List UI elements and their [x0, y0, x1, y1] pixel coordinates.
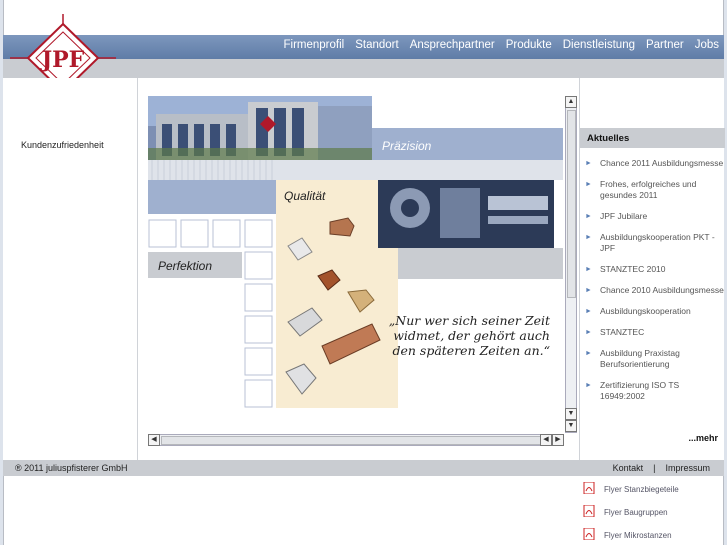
- hero-stage: Präzision Qualität Perfektion „Nur wer s…: [148, 96, 563, 409]
- vertical-scroll-thumb[interactable]: [567, 110, 576, 298]
- pdf-icon: [583, 505, 595, 517]
- arrow-right-icon: ►: [585, 160, 592, 167]
- scroll-down-button[interactable]: ▼: [565, 408, 577, 420]
- news-item[interactable]: ► STANZTEC 2010: [580, 264, 725, 275]
- left-sidebar: Kundenzufriedenheit: [3, 78, 138, 460]
- scroll-left-button-2[interactable]: ◀: [540, 434, 552, 446]
- news-item[interactable]: ► Zertifizierung ISO TS 16949:2002: [580, 380, 725, 402]
- arrow-right-icon: ►: [585, 329, 592, 336]
- perfektion-label: Perfektion: [158, 259, 212, 273]
- quote-text: „Nur wer sich seiner Zeit widmet, der ge…: [370, 313, 550, 358]
- news-item[interactable]: ► Ausbildung Praxistag Berufsorientierung: [580, 348, 725, 370]
- scroll-right-button[interactable]: ▶: [552, 434, 564, 446]
- footer-bar: ® 2011 juliuspfisterer GmbH Kontakt | Im…: [3, 460, 724, 476]
- kontakt-link[interactable]: Kontakt: [613, 463, 644, 473]
- arrow-right-icon: ►: [585, 234, 592, 241]
- footer-links: Kontakt | Impressum: [613, 463, 710, 473]
- scroll-down-button-2[interactable]: ▼: [565, 420, 577, 432]
- copyright-text: ® 2011 juliuspfisterer GmbH: [15, 463, 128, 473]
- logo-monogram: JPF: [40, 47, 85, 73]
- download-list: Flyer Stanzbiegeteile Flyer Baugruppen F…: [579, 478, 724, 545]
- footer-separator: |: [653, 463, 656, 473]
- download-item[interactable]: Flyer Stanzbiegeteile: [579, 478, 724, 501]
- quote-line-3: den späteren Zeiten an.“: [392, 343, 550, 358]
- download-item[interactable]: Flyer Baugruppen: [579, 501, 724, 524]
- news-item[interactable]: ► Frohes, erfolgreiches und gesundes 2011: [580, 179, 725, 201]
- news-heading: Aktuelles: [580, 128, 725, 148]
- news-item[interactable]: ► JPF Jubilare: [580, 211, 725, 222]
- nav-item-standort[interactable]: Standort: [355, 39, 398, 51]
- download-item[interactable]: Flyer Mikrostanzen: [579, 524, 724, 545]
- nav-item-dienstleistung[interactable]: Dienstleistung: [563, 39, 635, 51]
- arrow-right-icon: ►: [585, 350, 592, 357]
- arrow-right-icon: ►: [585, 308, 592, 315]
- sidebar-item-kundenzufriedenheit[interactable]: Kundenzufriedenheit: [21, 140, 104, 150]
- quote-line-1: „Nur wer sich seiner Zeit: [388, 313, 550, 328]
- main-nav: Firmenprofil Standort Ansprechpartner Pr…: [283, 39, 719, 51]
- arrow-right-icon: ►: [585, 266, 592, 273]
- hero-graphic: Präzision Qualität Perfektion: [148, 96, 563, 408]
- news-item[interactable]: ► STANZTEC: [580, 327, 725, 338]
- stage-horizontal-scrollbar[interactable]: ◀: [148, 434, 552, 446]
- nav-item-produkte[interactable]: Produkte: [506, 39, 552, 51]
- nav-item-partner[interactable]: Partner: [646, 39, 684, 51]
- arrow-right-icon: ►: [585, 181, 592, 188]
- news-item[interactable]: ► Chance 2010 Ausbildungsmesse: [580, 285, 725, 296]
- pdf-icon: [583, 482, 595, 494]
- news-sidebar: Aktuelles ► Chance 2011 Ausbildungsmesse …: [579, 78, 725, 460]
- impressum-link[interactable]: Impressum: [665, 463, 710, 473]
- scroll-left-button[interactable]: ◀: [148, 434, 160, 446]
- pdf-icon: [583, 528, 595, 540]
- more-news-link[interactable]: ...mehr: [688, 433, 718, 443]
- news-item[interactable]: ► Ausbildungskooperation PKT - JPF: [580, 232, 725, 254]
- stage-vertical-scrollbar[interactable]: ▲ ▼ ▼: [565, 96, 577, 433]
- news-list: ► Chance 2011 Ausbildungsmesse ► Frohes, e…: [580, 158, 725, 412]
- nav-item-firmenprofil[interactable]: Firmenprofil: [283, 39, 344, 51]
- qualitaet-label: Qualität: [284, 189, 326, 203]
- arrow-right-icon: ►: [585, 287, 592, 294]
- arrow-right-icon: ►: [585, 213, 592, 220]
- news-item[interactable]: ► Ausbildungskooperation: [580, 306, 725, 317]
- quote-line-2: widmet, der gehört auch: [393, 328, 550, 343]
- news-item[interactable]: ► Chance 2011 Ausbildungsmesse: [580, 158, 725, 169]
- horizontal-scroll-thumb[interactable]: [161, 436, 541, 445]
- scroll-up-button[interactable]: ▲: [565, 96, 577, 108]
- praezision-label: Präzision: [382, 139, 432, 153]
- arrow-right-icon: ►: [585, 382, 592, 389]
- nav-item-ansprechpartner[interactable]: Ansprechpartner: [410, 39, 495, 51]
- nav-item-jobs[interactable]: Jobs: [695, 39, 719, 51]
